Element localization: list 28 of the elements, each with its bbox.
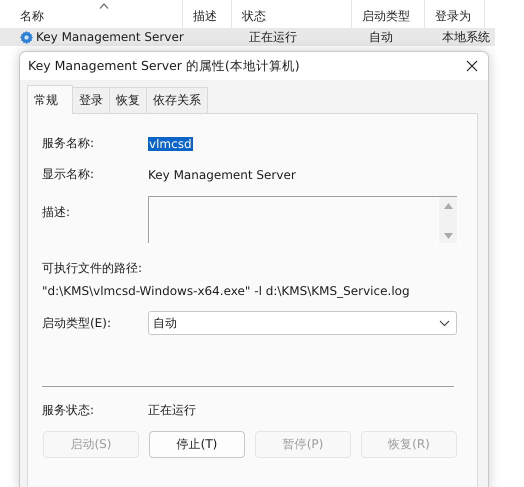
table-cell: 自动 bbox=[369, 28, 393, 46]
scroll-up-icon[interactable] bbox=[444, 203, 452, 209]
description-field[interactable] bbox=[148, 196, 457, 243]
service-name-value: vlmcsd bbox=[148, 136, 193, 150]
field-label: 服务名称: bbox=[42, 135, 96, 152]
sort-caret-icon bbox=[99, 3, 110, 9]
field-label: 可执行文件的路径: bbox=[42, 260, 144, 277]
path-value: "d:\KMS\vlmcsd-Windows-x64.exe" -l d:\KMS\KMS_Service.log bbox=[42, 284, 411, 298]
field-label: 显示名称: bbox=[42, 166, 96, 183]
display-name-value: Key Management Server bbox=[148, 168, 296, 182]
window-title: Key Management Server 的属性(本地计算机) bbox=[28, 58, 300, 74]
chevron-down-icon bbox=[439, 320, 450, 326]
service-status-value: 正在运行 bbox=[148, 402, 196, 419]
field-label: 启动类型(E): bbox=[42, 314, 112, 332]
tab[interactable]: 依存关系 bbox=[146, 87, 208, 113]
field-label: 服务状态: bbox=[42, 402, 96, 419]
tab[interactable]: 常规 bbox=[27, 85, 73, 114]
service-row[interactable]: Key Management Server 正在运行 自动 本地系统 bbox=[0, 28, 495, 46]
gear-icon bbox=[19, 30, 34, 44]
close-icon[interactable] bbox=[466, 60, 478, 72]
field-label: 描述: bbox=[42, 204, 72, 221]
table-cell: 正在运行 bbox=[249, 28, 297, 46]
scrollbar[interactable] bbox=[439, 197, 457, 243]
table-cell: 本地系统 bbox=[442, 28, 490, 46]
scroll-down-icon[interactable] bbox=[444, 233, 452, 239]
service-button[interactable]: 停止(T) bbox=[149, 431, 245, 458]
table-cell: Key Management Server bbox=[36, 30, 184, 44]
startup-type-dropdown[interactable]: 自动 bbox=[148, 311, 457, 335]
